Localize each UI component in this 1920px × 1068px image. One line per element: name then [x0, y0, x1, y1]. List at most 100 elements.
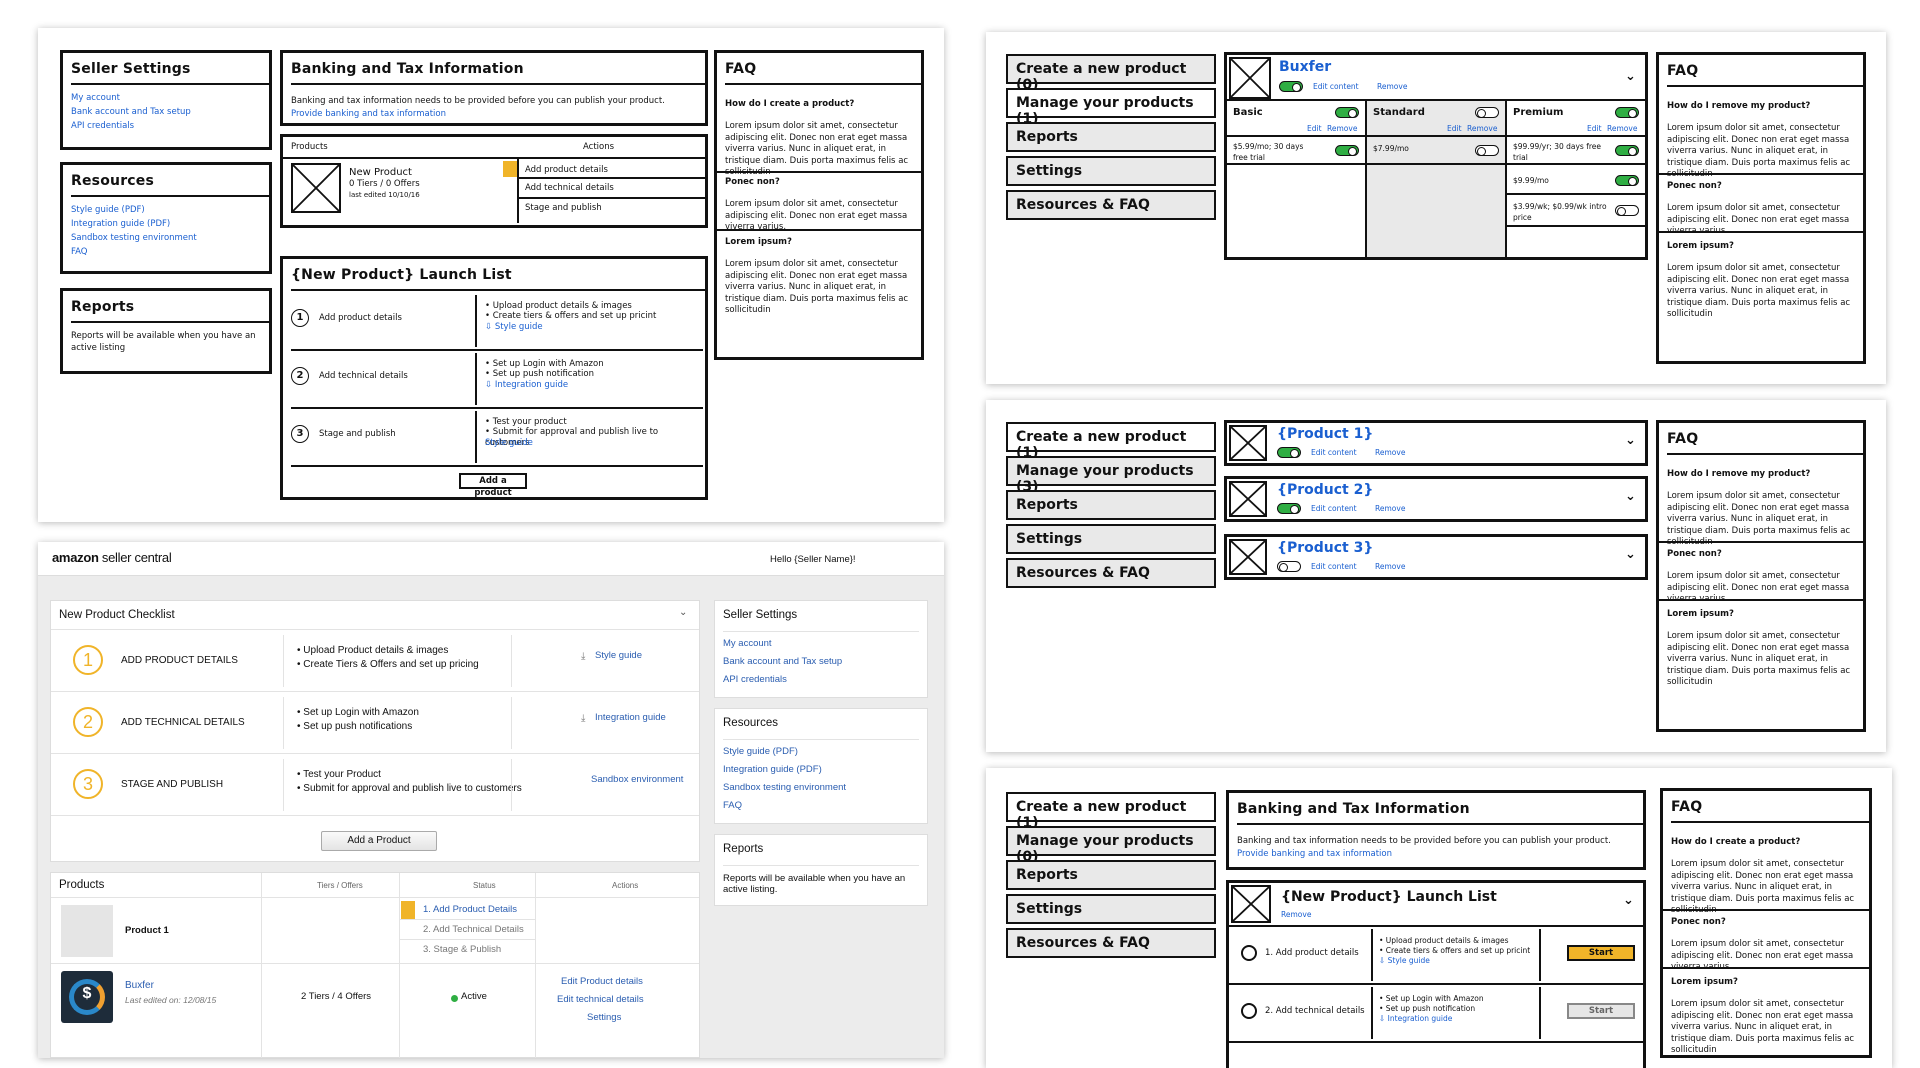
buxfer-live-toggle[interactable] [1279, 81, 1303, 92]
chevron-down-icon[interactable]: ⌄ [1625, 547, 1636, 562]
api-credentials-link[interactable]: API credentials [723, 671, 842, 689]
bank-tax-link[interactable]: Bank account and Tax setup [71, 105, 261, 119]
step-2-start-button[interactable]: Start [1567, 1003, 1635, 1019]
nav-settings[interactable]: Settings [1006, 894, 1216, 924]
nav-settings[interactable]: Settings [1006, 156, 1216, 186]
product-3-remove[interactable]: Remove [1375, 561, 1405, 572]
step-2-link[interactable]: ⇩ Integration guide [485, 380, 568, 391]
tier-basic-toggle[interactable] [1335, 107, 1359, 118]
buxfer-edit-product-details[interactable]: Edit Product details [561, 973, 643, 991]
tier-standard-toggle[interactable] [1475, 107, 1499, 118]
nav-settings[interactable]: Settings [1006, 524, 1216, 554]
nav-resources-faq[interactable]: Resources & FAQ [1006, 558, 1216, 588]
offer-premium-2-toggle[interactable] [1615, 175, 1639, 186]
style-guide-link[interactable]: Style guide (PDF) [723, 743, 846, 761]
step-3-link[interactable]: Style guide [485, 438, 533, 449]
chevron-down-icon[interactable]: ⌄ [679, 607, 687, 618]
step-2-radio[interactable] [1241, 1003, 1257, 1019]
faq-link[interactable]: FAQ [71, 245, 261, 259]
product-1-name[interactable]: Product 1 [125, 925, 169, 936]
offer-premium-3-toggle[interactable] [1615, 205, 1639, 216]
buxfer-edit-technical-details[interactable]: Edit technical details [557, 991, 644, 1009]
tier-premium-edit[interactable]: Edit [1587, 123, 1602, 134]
chevron-down-icon[interactable]: ⌄ [1623, 893, 1634, 908]
product-1-status-1[interactable]: 1. Add Product Details [423, 901, 517, 919]
product-3-edit[interactable]: Edit content [1311, 561, 1357, 572]
nav-create-product[interactable]: Create a new product (0) [1006, 54, 1216, 93]
buxfer-settings[interactable]: Settings [587, 1009, 621, 1027]
chevron-down-icon[interactable]: ⌄ [1625, 69, 1636, 84]
offer-standard-toggle[interactable] [1475, 145, 1499, 156]
product-2-name[interactable]: {Product 2} [1277, 482, 1373, 498]
nav-resources-faq[interactable]: Resources & FAQ [1006, 190, 1216, 220]
edit-content-link[interactable]: Edit content [1313, 81, 1359, 92]
step-2-link[interactable]: Integration guide [595, 709, 666, 727]
tier-standard-remove[interactable]: Remove [1467, 123, 1497, 134]
step-1-link[interactable]: ⇩ Style guide [485, 322, 543, 333]
reports-title: Reports [723, 843, 764, 855]
checklist-title: New Product Checklist [59, 609, 175, 621]
nav-resources-faq[interactable]: Resources & FAQ [1006, 928, 1216, 958]
add-a-product-button[interactable]: Add a product [459, 473, 527, 498]
integration-guide-link[interactable]: Integration guide (PDF) [71, 217, 261, 231]
tier-standard-edit[interactable]: Edit [1447, 123, 1462, 134]
integration-guide-link[interactable]: Integration guide (PDF) [723, 761, 846, 779]
nav-reports[interactable]: Reports [1006, 860, 1216, 890]
sandbox-link[interactable]: Sandbox testing environment [71, 231, 261, 245]
bank-tax-link[interactable]: Bank account and Tax setup [723, 653, 842, 671]
style-guide-link[interactable]: Style guide (PDF) [71, 203, 261, 217]
product-2-toggle[interactable] [1277, 503, 1301, 514]
action-stage-publish[interactable]: Stage and publish [525, 203, 602, 214]
product-1-edit[interactable]: Edit content [1311, 447, 1357, 458]
tier-basic-edit[interactable]: Edit [1307, 123, 1322, 134]
action-add-product-details[interactable]: Add product details [525, 165, 608, 176]
faq-question-2: Ponec non? [725, 177, 780, 187]
step-3-link[interactable]: Sandbox environment [591, 771, 683, 789]
nav-manage-products[interactable]: Manage your products (3) [1006, 456, 1216, 495]
product-1-toggle[interactable] [1277, 447, 1301, 458]
sandbox-link[interactable]: Sandbox testing environment [723, 779, 846, 797]
action-add-technical-details[interactable]: Add technical details [525, 183, 614, 194]
remove-link[interactable]: Remove [1377, 81, 1407, 92]
tier-basic-remove[interactable]: Remove [1327, 123, 1357, 134]
product-2-remove[interactable]: Remove [1375, 503, 1405, 514]
nav-create-product[interactable]: Create a new product (1) [1006, 422, 1216, 461]
step-1-link[interactable]: Style guide [595, 647, 642, 665]
product-1-remove[interactable]: Remove [1375, 447, 1405, 458]
step-1-radio[interactable] [1241, 945, 1257, 961]
launch-remove-link[interactable]: Remove [1281, 909, 1311, 920]
tier-premium-toggle[interactable] [1615, 107, 1639, 118]
product-3-name[interactable]: {Product 3} [1277, 540, 1373, 556]
step-1-circle: 1 [73, 645, 103, 675]
chevron-down-icon[interactable]: ⌄ [1625, 489, 1636, 504]
offer-basic-toggle[interactable] [1335, 145, 1359, 156]
faq-answer-3: Lorem ipsum dolor sit amet, consectetur … [1667, 263, 1851, 319]
product-image-placeholder [1229, 425, 1267, 461]
chevron-down-icon[interactable]: ⌄ [1625, 433, 1636, 448]
step-2-link[interactable]: ⇩ Integration guide [1379, 1013, 1452, 1024]
product-2-edit[interactable]: Edit content [1311, 503, 1357, 514]
step-1-start-button[interactable]: Start [1567, 945, 1635, 961]
faq-link[interactable]: FAQ [723, 797, 846, 815]
add-product-button[interactable]: Add a Product [321, 831, 437, 851]
banking-link[interactable]: Provide banking and tax information [1237, 847, 1635, 861]
buxfer-name[interactable]: Buxfer [125, 977, 154, 995]
product-1-name[interactable]: {Product 1} [1277, 426, 1373, 442]
banking-link[interactable]: Provide banking and tax information [291, 107, 697, 121]
product-3-toggle[interactable] [1277, 561, 1301, 572]
api-credentials-link[interactable]: API credentials [71, 119, 261, 133]
my-account-link[interactable]: My account [71, 91, 261, 105]
my-account-link[interactable]: My account [723, 635, 842, 653]
tier-premium-remove[interactable]: Remove [1607, 123, 1637, 134]
buxfer-product-name[interactable]: Buxfer [1279, 59, 1331, 75]
nav-create-product[interactable]: Create a new product (1) [1006, 792, 1216, 831]
nav-manage-products[interactable]: Manage your products (1) [1006, 88, 1216, 127]
amazon-logo[interactable]: amazon seller central [52, 550, 172, 565]
step-3-label: Stage and publish [319, 429, 396, 439]
nav-reports[interactable]: Reports [1006, 122, 1216, 152]
faq-title: FAQ [1671, 799, 1703, 815]
nav-reports[interactable]: Reports [1006, 490, 1216, 520]
offer-premium-1-toggle[interactable] [1615, 145, 1639, 156]
nav-manage-products[interactable]: Manage your products (0) [1006, 826, 1216, 865]
step-1-link[interactable]: ⇩ Style guide [1379, 955, 1430, 966]
